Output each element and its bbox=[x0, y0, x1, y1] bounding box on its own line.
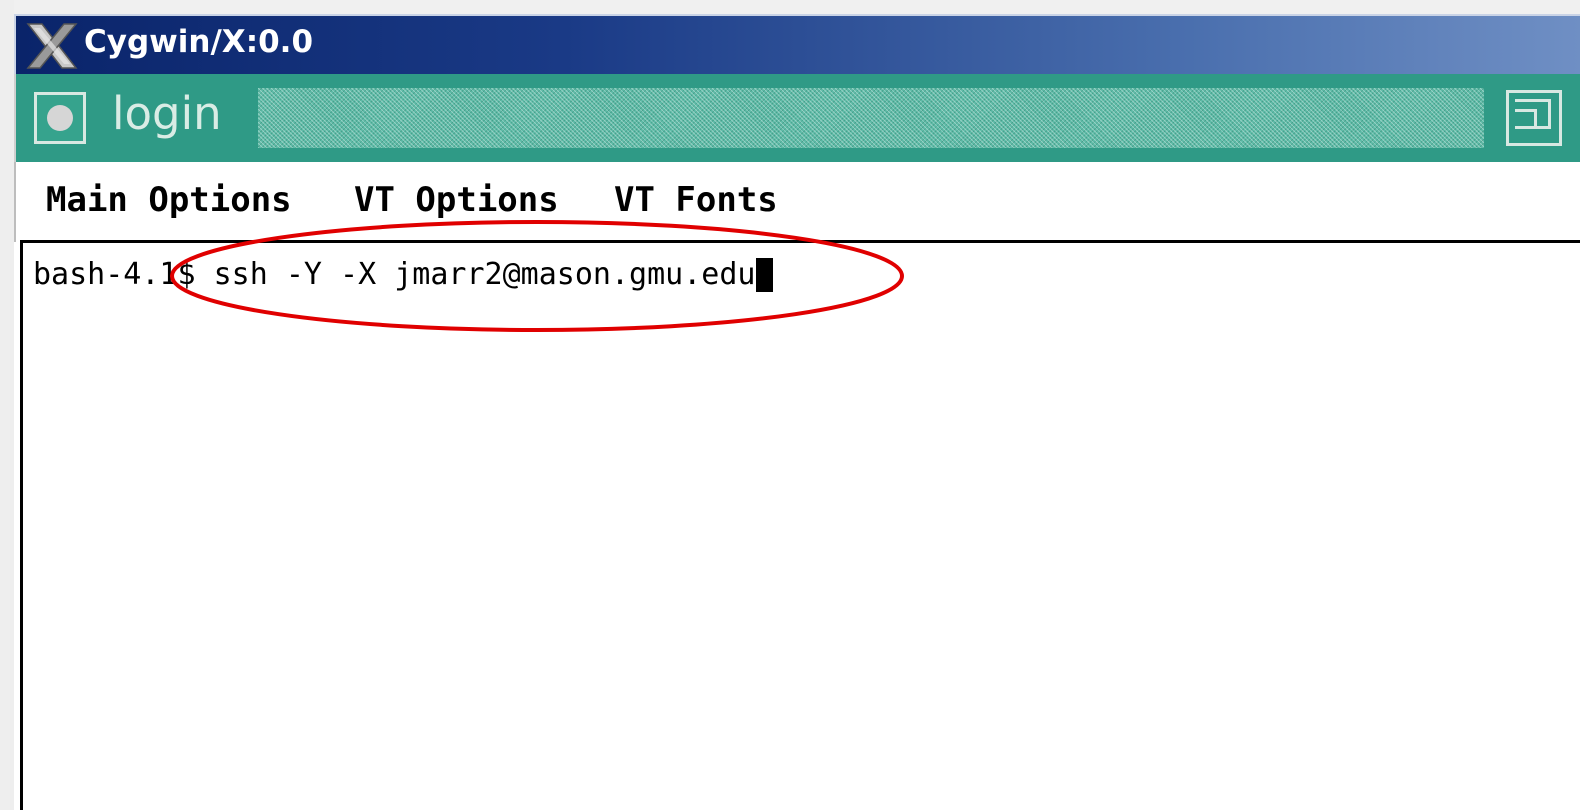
terminal-command: ssh -Y -X jmarr2@mason.gmu.edu bbox=[195, 257, 756, 292]
left-edge bbox=[0, 0, 14, 810]
window-title: Cygwin/X:0.0 bbox=[84, 24, 314, 60]
menu-vt-fonts[interactable]: VT Fonts bbox=[614, 180, 778, 220]
menu-vt-options[interactable]: VT Options bbox=[354, 180, 559, 220]
terminal-line: bash-4.1$ ssh -Y -X jmarr2@mason.gmu.edu bbox=[33, 257, 774, 293]
resize-icon[interactable] bbox=[1506, 90, 1562, 146]
text-cursor bbox=[756, 258, 774, 292]
menu-main-options[interactable]: Main Options bbox=[46, 180, 292, 220]
iconify-icon[interactable] bbox=[34, 92, 86, 144]
wm-title-stipple[interactable] bbox=[258, 88, 1484, 148]
resize-icon-corner bbox=[1515, 109, 1537, 127]
top-band bbox=[0, 0, 1580, 14]
terminal-prompt: bash-4.1$ bbox=[33, 257, 196, 292]
x-logo-icon bbox=[26, 23, 78, 69]
wm-titlebar[interactable]: login bbox=[14, 74, 1580, 162]
terminal-area[interactable]: bash-4.1$ ssh -Y -X jmarr2@mason.gmu.edu bbox=[20, 240, 1580, 810]
menu-bar: Main Options VT Options VT Fonts bbox=[14, 162, 1580, 242]
screen: Cygwin/X:0.0 login Main Options VT Optio… bbox=[0, 0, 1580, 810]
iconify-dot bbox=[47, 105, 73, 131]
window-titlebar[interactable]: Cygwin/X:0.0 bbox=[14, 14, 1580, 74]
wm-window-title: login bbox=[112, 87, 222, 140]
